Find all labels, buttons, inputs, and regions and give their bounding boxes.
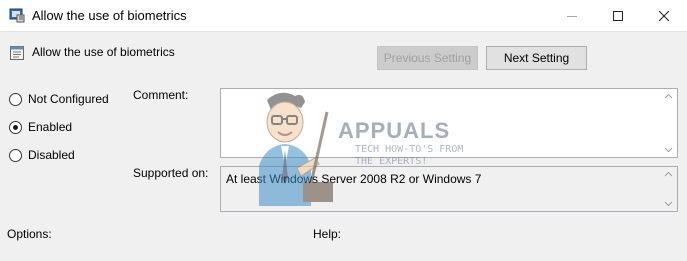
close-icon	[659, 10, 669, 21]
maximize-icon	[613, 10, 623, 21]
radio-button[interactable]	[9, 120, 22, 134]
radio-not-configured[interactable]: Not Configured	[9, 91, 109, 107]
radio-button[interactable]	[9, 92, 22, 106]
minimize-icon	[567, 15, 577, 17]
options-label: Options:	[7, 227, 52, 241]
radio-disabled[interactable]: Disabled	[9, 147, 75, 163]
scroll-down-icon[interactable]	[660, 197, 677, 211]
watermark-tagline-line1: TECH HOW-TO'S FROM	[355, 144, 464, 155]
group-policy-app-icon	[9, 7, 25, 23]
radio-label: Enabled	[28, 120, 73, 134]
supported-scrollbar[interactable]	[660, 167, 677, 211]
watermark-tagline-line2: THE EXPERTS!	[355, 156, 428, 167]
watermark-brand: APPUALS	[338, 118, 451, 143]
close-button[interactable]	[641, 0, 687, 31]
radio-enabled[interactable]: Enabled	[9, 119, 72, 135]
maximize-button[interactable]	[595, 0, 641, 31]
scroll-up-icon[interactable]	[660, 89, 677, 103]
comment-scrollbar[interactable]	[660, 89, 677, 157]
appuals-watermark: APPUALS TECH HOW-TO'S FROM THE EXPERTS!	[245, 88, 463, 206]
scroll-down-icon[interactable]	[660, 143, 677, 157]
radio-label: Disabled	[28, 148, 75, 162]
window-title: Allow the use of biometrics	[32, 8, 187, 23]
title-bar: Allow the use of biometrics	[0, 0, 687, 32]
mascot-logo-icon	[259, 92, 333, 206]
radio-label: Not Configured	[28, 92, 109, 106]
help-label: Help:	[313, 227, 342, 241]
scroll-up-icon[interactable]	[660, 167, 677, 181]
next-setting-button[interactable]: Next Setting	[486, 46, 587, 70]
comment-label: Comment:	[133, 88, 189, 102]
setting-title: Allow the use of biometrics	[32, 45, 175, 59]
supported-on-label: Supported on:	[133, 166, 209, 180]
radio-button[interactable]	[9, 148, 22, 162]
policy-setting-icon	[9, 45, 25, 61]
minimize-button[interactable]	[549, 0, 595, 31]
previous-setting-button[interactable]: Previous Setting	[377, 46, 478, 70]
watermark-tagline: TECH HOW-TO'S FROM THE EXPERTS!	[355, 144, 463, 168]
